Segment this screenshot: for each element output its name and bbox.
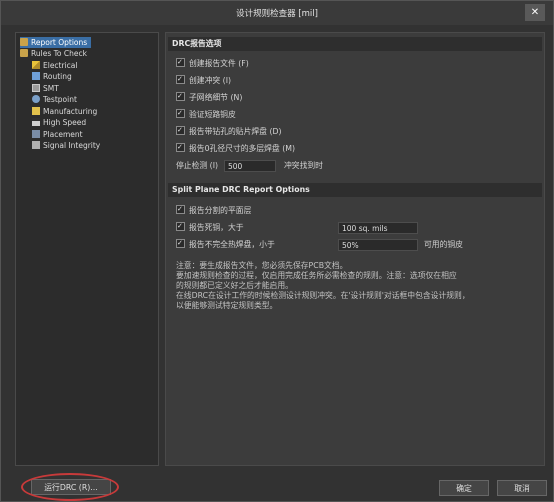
thermal-percent-input[interactable]: 50% — [338, 239, 418, 251]
checkbox[interactable] — [176, 73, 185, 85]
tree-item-rules-to-check[interactable]: Rules To Check — [20, 48, 87, 59]
placement-icon — [32, 130, 40, 138]
thermal-suffix: 可用的铜皮 — [424, 240, 463, 249]
smt-icon — [32, 84, 40, 92]
drc-dialog: 设计规则检查器 [mil] ✕ Report Options Rules To … — [0, 0, 554, 502]
title-bar: 设计规则检查器 [mil] ✕ — [1, 1, 553, 25]
stop-count-input[interactable]: 500 — [224, 160, 276, 172]
tree-item-high-speed[interactable]: High Speed — [32, 117, 86, 128]
testpoint-icon — [32, 95, 40, 103]
window-title: 设计规则检查器 [mil] — [236, 9, 318, 19]
tree-item-report-options[interactable]: Report Options — [20, 37, 92, 48]
stop-label: 停止检测 (I) — [176, 161, 219, 170]
note-line-2: 要加速规则检查的过程，仅启用完成任务所必需检查的规则。注意：选项仅在相应 — [176, 271, 457, 280]
option-create-report-file[interactable]: 创建报告文件 (F) — [176, 56, 249, 70]
split-plane-header: Split Plane DRC Report Options — [168, 183, 542, 197]
cancel-button[interactable]: 取消 — [497, 480, 547, 496]
option-verify-shorting-copper[interactable]: 验证短路铜皮 — [176, 107, 236, 121]
options-pane: DRC报告选项 创建报告文件 (F) 创建冲突 (I) 子网络细节 (N) 验证… — [165, 32, 545, 466]
folder-icon — [20, 49, 28, 57]
option-zero-hole-multilayer-pads[interactable]: 报告0孔径尺寸的多层焊盘 (M) — [176, 141, 295, 155]
tree-item-signal-integrity[interactable]: Signal Integrity — [32, 140, 100, 151]
note-line-5: 以便能够测试特定规则类型。 — [176, 301, 278, 310]
checkbox[interactable] — [176, 90, 185, 102]
folder-icon — [20, 38, 28, 46]
tree-item-placement[interactable]: Placement — [32, 129, 83, 140]
option-drilled-smt-pads[interactable]: 报告带钻孔的贴片焊盘 (D) — [176, 124, 282, 138]
stop-suffix: 冲突找到时 — [284, 161, 323, 170]
option-split-planes[interactable]: 报告分割的平面层 — [176, 203, 251, 217]
manufacturing-icon — [32, 107, 40, 115]
option-subnet-details[interactable]: 子网络细节 (N) — [176, 90, 242, 104]
tree-item-electrical[interactable]: Electrical — [32, 60, 77, 71]
tree-item-manufacturing[interactable]: Manufacturing — [32, 106, 97, 117]
checkbox[interactable] — [176, 237, 185, 249]
checkbox[interactable] — [176, 141, 185, 153]
checkbox[interactable] — [176, 124, 185, 136]
checkbox[interactable] — [176, 107, 185, 119]
drc-options-header: DRC报告选项 — [168, 37, 542, 51]
checkbox[interactable] — [176, 56, 185, 68]
signal-integrity-icon — [32, 141, 40, 149]
run-drc-button[interactable]: 运行DRC (R)... — [31, 479, 111, 495]
electrical-icon — [32, 61, 40, 69]
tree-item-smt[interactable]: SMT — [32, 83, 59, 94]
checkbox[interactable] — [176, 220, 185, 232]
routing-icon — [32, 72, 40, 80]
note-line-3: 的规则都已定义好之后才能启用。 — [176, 281, 293, 290]
tree-item-routing[interactable]: Routing — [32, 71, 72, 82]
tree-item-testpoint[interactable]: Testpoint — [32, 94, 77, 105]
ok-button[interactable]: 确定 — [439, 480, 489, 496]
high-speed-icon — [32, 118, 40, 126]
note-line-4: 在线DRC在设计工作的时候检测设计规则冲突。在'设计规则'对话框中包含设计规则， — [176, 291, 470, 300]
dead-copper-input[interactable]: 100 sq. mils — [338, 222, 418, 234]
rules-tree: Report Options Rules To Check Electrical… — [15, 32, 159, 466]
option-incomplete-thermals[interactable]: 报告不完全热焊盘，小于 — [176, 237, 275, 251]
note-line-1: 注意：要生成报告文件，您必须先保存PCB文档。 — [176, 261, 348, 270]
close-button[interactable]: ✕ — [525, 4, 545, 21]
option-dead-copper[interactable]: 报告死铜，大于 — [176, 220, 244, 234]
checkbox[interactable] — [176, 203, 185, 215]
option-create-violations[interactable]: 创建冲突 (I) — [176, 73, 231, 87]
